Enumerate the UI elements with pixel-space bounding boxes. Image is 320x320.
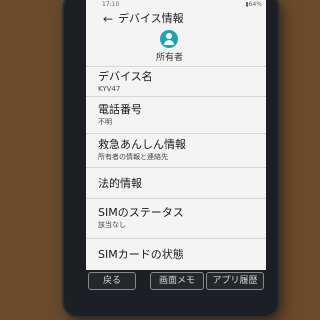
divider xyxy=(86,96,266,97)
status-bar: 17:10 ▮64% xyxy=(86,0,266,9)
divider xyxy=(86,198,266,199)
navigation-bar: 戻る 画面メモ アプリ履歴 xyxy=(86,272,270,292)
emergency-info-subtitle: 所有者の情報と連絡先 xyxy=(98,153,168,161)
page-title: デバイス情報 xyxy=(118,12,184,25)
emergency-info-item[interactable]: 救急あんしん情報 所有者の情報と連絡先 xyxy=(98,138,263,162)
divider xyxy=(86,167,266,168)
app-bar: ← デバイス情報 xyxy=(86,9,266,29)
person-icon xyxy=(160,30,178,48)
back-button[interactable]: 戻る xyxy=(88,272,136,290)
phone-number-title: 電話番号 xyxy=(98,103,142,116)
legal-info-title: 法的情報 xyxy=(98,177,142,190)
device-name-title: デバイス名 xyxy=(98,70,153,83)
owner-section[interactable]: 所有者 xyxy=(86,30,266,68)
sim-card-state-item[interactable]: SIMカードの状態 xyxy=(98,248,263,262)
owner-label: 所有者 xyxy=(155,53,183,63)
phone-number-item[interactable]: 電話番号 不明 xyxy=(98,103,263,127)
sim-status-title: SIMのステータス xyxy=(98,206,184,219)
device-name-value: KYV47 xyxy=(98,85,121,93)
sim-status-item[interactable]: SIMのステータス 該当なし xyxy=(98,206,263,230)
sim-card-state-title: SIMカードの状態 xyxy=(98,248,184,261)
divider xyxy=(86,133,266,134)
sim-status-value: 該当なし xyxy=(98,221,126,229)
app-history-button[interactable]: アプリ履歴 xyxy=(206,272,264,290)
emergency-info-title: 救急あんしん情報 xyxy=(98,138,186,151)
device-name-item[interactable]: デバイス名 KYV47 xyxy=(98,70,263,94)
arrow-back-icon[interactable]: ← xyxy=(100,11,116,27)
legal-info-item[interactable]: 法的情報 xyxy=(98,177,263,191)
settings-screen: 17:10 ▮64% ← デバイス情報 所有者 デバイス名 KYV47 電話番号… xyxy=(86,0,266,270)
divider xyxy=(86,238,266,239)
status-time: 17:10 xyxy=(102,1,120,8)
screen-memo-button[interactable]: 画面メモ xyxy=(150,272,204,290)
battery-indicator: ▮64% xyxy=(245,1,262,8)
phone-number-value: 不明 xyxy=(98,118,112,126)
divider xyxy=(86,66,266,67)
